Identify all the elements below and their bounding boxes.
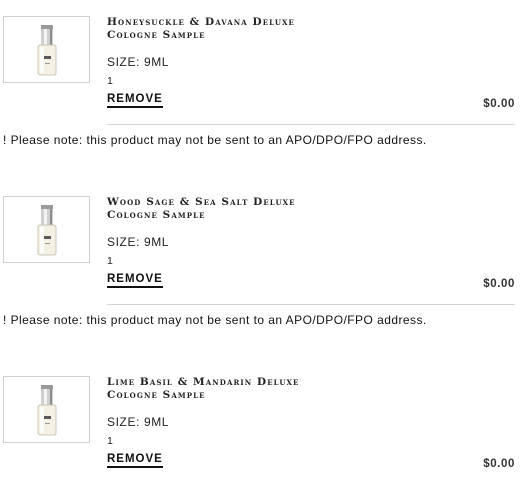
- remove-button[interactable]: REMOVE: [107, 453, 163, 468]
- product-size: SIZE: 9ML: [107, 55, 170, 69]
- product-size: SIZE: 9ML: [107, 235, 170, 249]
- product-name[interactable]: Wood Sage & Sea Salt Deluxe Cologne Samp…: [107, 196, 437, 222]
- remove-button[interactable]: REMOVE: [107, 93, 163, 108]
- remove-button[interactable]: REMOVE: [107, 273, 163, 288]
- shipping-restriction-note: ! Please note: this product may not be s…: [3, 313, 427, 327]
- product-price: $0.00: [483, 458, 515, 470]
- divider: [107, 124, 515, 125]
- cologne-bottle-icon: [37, 205, 57, 256]
- shipping-restriction-note: ! Please note: this product may not be s…: [3, 133, 427, 147]
- product-thumbnail[interactable]: [3, 196, 90, 263]
- product-quantity: 1: [107, 435, 113, 447]
- product-price: $0.00: [483, 98, 515, 110]
- product-quantity: 1: [107, 255, 113, 267]
- product-size: SIZE: 9ML: [107, 415, 170, 429]
- product-name[interactable]: Lime Basil & Mandarin Deluxe Cologne Sam…: [107, 376, 437, 402]
- product-thumbnail[interactable]: [3, 376, 90, 443]
- product-name[interactable]: Honeysuckle & Davana Deluxe Cologne Samp…: [107, 16, 437, 42]
- product-quantity: 1: [107, 75, 113, 87]
- product-thumbnail[interactable]: [3, 16, 90, 83]
- cologne-bottle-icon: [37, 385, 57, 436]
- cologne-bottle-icon: [37, 25, 57, 76]
- divider: [107, 304, 515, 305]
- product-price: $0.00: [483, 278, 515, 290]
